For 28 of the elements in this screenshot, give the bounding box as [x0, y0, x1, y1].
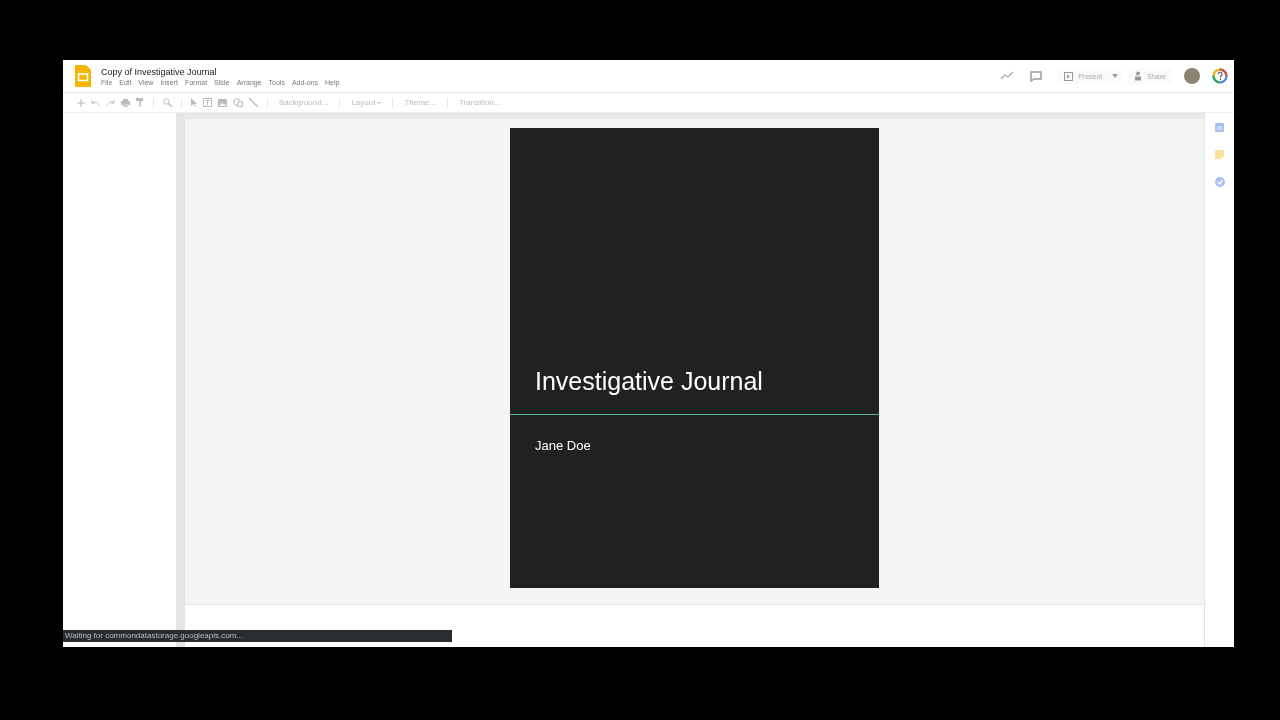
present-icon: [1064, 71, 1074, 81]
new-slide-icon[interactable]: [77, 98, 85, 107]
paint-format-icon[interactable]: [136, 98, 144, 107]
status-message: Waiting for commondatastorage.googleapis.com...: [63, 630, 452, 642]
caret-icon: [1112, 74, 1119, 78]
slide-subtitle[interactable]: Jane Doe: [535, 438, 591, 453]
document-title[interactable]: Copy of Investigative Journal: [101, 66, 340, 77]
cursor-icon[interactable]: [191, 98, 197, 107]
slide-title[interactable]: Investigative Journal: [535, 366, 763, 396]
slides-logo-icon[interactable]: [75, 65, 91, 87]
image-icon[interactable]: [218, 98, 227, 107]
undo-icon[interactable]: [91, 99, 100, 106]
tasks-icon[interactable]: [1214, 177, 1225, 187]
trend-line-icon[interactable]: [1000, 71, 1015, 81]
print-icon[interactable]: [121, 98, 130, 107]
text-box-icon[interactable]: [203, 98, 212, 107]
help-icon[interactable]: [1212, 68, 1228, 84]
comment-icon[interactable]: [1030, 70, 1043, 82]
slide[interactable]: Investigative Journal Jane Doe: [510, 128, 879, 588]
line-icon[interactable]: [249, 98, 258, 107]
note-icon[interactable]: [1215, 150, 1224, 159]
zoom-icon[interactable]: [163, 98, 172, 107]
shape-icon[interactable]: [233, 98, 243, 107]
avatar[interactable]: [1184, 68, 1200, 84]
present-dropdown-button[interactable]: [1108, 68, 1123, 84]
calendar-icon[interactable]: [1215, 123, 1224, 132]
redo-icon[interactable]: [106, 99, 115, 106]
person-icon: [1134, 71, 1143, 81]
